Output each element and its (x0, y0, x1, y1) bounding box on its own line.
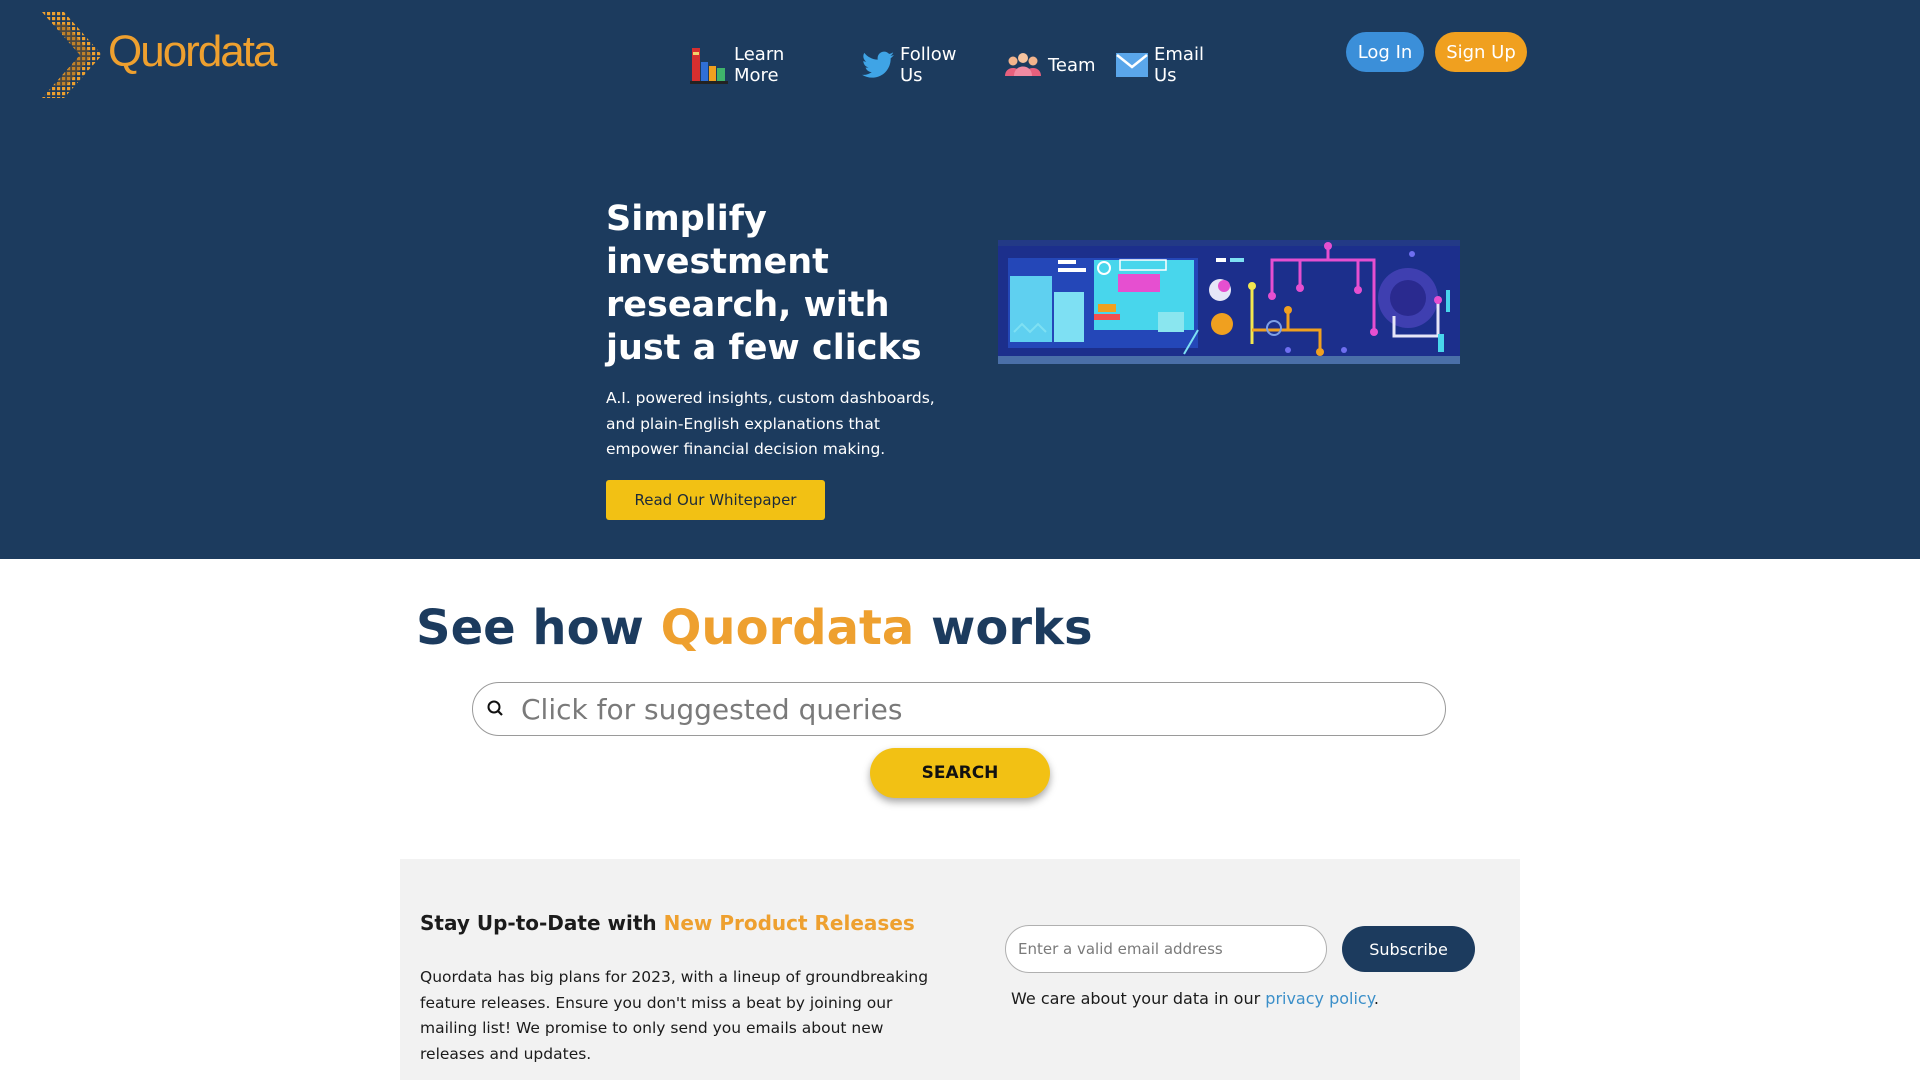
nav-email-us[interactable]: Email Us (1116, 40, 1204, 90)
subscribe-button[interactable]: Subscribe (1342, 926, 1475, 972)
search-button[interactable]: SEARCH (870, 748, 1050, 798)
nav-email-us-label: Email Us (1154, 44, 1204, 86)
email-field[interactable] (1005, 925, 1327, 973)
quordata-logo[interactable]: Quordata (42, 12, 277, 98)
nav-follow-us[interactable]: Follow Us (862, 40, 956, 90)
newsletter-body: Quordata has big plans for 2023, with a … (420, 968, 929, 1063)
newsletter-title: Stay Up-to-Date with New Product Release… (420, 911, 915, 935)
works-title-brand: Quordata (660, 600, 915, 656)
data-circuit-illustration (998, 240, 1460, 364)
privacy-suffix: . (1373, 989, 1379, 1008)
hero-section: Quordata Learn More Follow Us Team Email… (0, 0, 1920, 559)
nav-learn-more-label: Learn More (734, 44, 785, 86)
envelope-icon (1116, 53, 1148, 77)
privacy-note: We care about your data in our privacy p… (1011, 989, 1379, 1008)
books-icon (690, 46, 728, 84)
logo-wordmark: Quordata (108, 27, 277, 76)
newsletter-section: Stay Up-to-Date with New Product Release… (400, 859, 1520, 1080)
hero-title: Simplify investment research, with just … (606, 199, 922, 368)
nav-learn-more[interactable]: Learn More (690, 40, 784, 90)
signup-button[interactable]: Sign Up (1435, 32, 1527, 72)
twitter-bird-icon (862, 51, 894, 79)
chevron-logo-icon (42, 12, 102, 98)
newsletter-title-accent: New Product Releases (663, 911, 915, 935)
search-input[interactable] (519, 691, 1403, 727)
newsletter-title-prefix: Stay Up-to-Date with (420, 911, 664, 935)
read-whitepaper-button[interactable]: Read Our Whitepaper (606, 480, 825, 520)
works-title-prefix: See how (416, 600, 661, 656)
login-button[interactable]: Log In (1346, 32, 1424, 72)
works-title-suffix: works (914, 600, 1093, 656)
hero-subtitle: A.I. powered insights, custom dashboards… (606, 389, 935, 458)
nav-team-label: Team (1048, 54, 1096, 76)
nav-follow-us-label: Follow Us (900, 44, 957, 86)
search-icon (485, 698, 507, 720)
privacy-policy-link[interactable]: privacy policy (1265, 989, 1374, 1008)
nav-team[interactable]: Team (1004, 40, 1096, 90)
team-people-icon (1004, 50, 1042, 80)
privacy-prefix: We care about your data in our (1011, 989, 1266, 1008)
search-bar[interactable] (472, 682, 1446, 736)
see-how-works-title: See how Quordata works (416, 600, 1093, 656)
